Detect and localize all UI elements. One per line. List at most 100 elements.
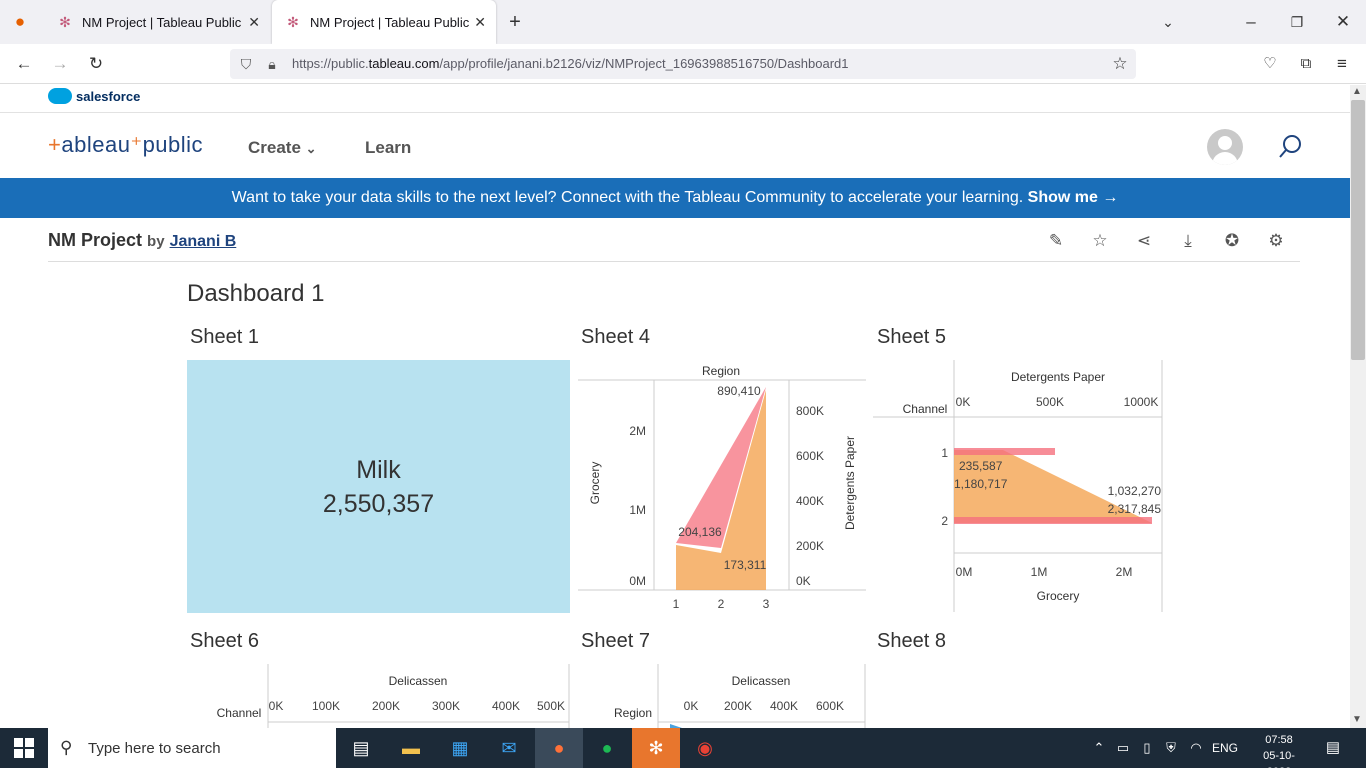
x-bottom-tick-label: 1M [1031,565,1048,579]
scroll-up-icon[interactable]: ▲ [1352,86,1362,97]
restore-icon[interactable]: ❐ [1285,10,1309,34]
sheet-4-chart[interactable]: Region Grocery Detergents Paper 0M 1M 2M 0… [578,360,868,616]
search-icon: ⚲ [60,738,73,757]
tableau-public-logo[interactable]: +ableau⁺public [48,132,203,158]
tab-title: NM Project | Tableau Public [82,14,242,30]
channel-2-bar [954,517,1152,524]
close-tab-icon[interactable]: ✕ [474,14,486,31]
language-indicator[interactable]: ENG [1212,741,1238,755]
data-label: 173,311 [724,558,767,572]
dashboard-title: Dashboard 1 [187,280,325,307]
milk-kpi-tile[interactable]: Milk 2,550,357 [187,360,570,613]
task-view-icon[interactable]: ▤ [348,736,374,760]
reload-icon[interactable]: ↻ [84,52,108,76]
y-left-tick-label: 0M [629,574,646,588]
taskbar-search-placeholder: Type here to search [88,739,221,757]
firefox-menu-icon[interactable]: ● [8,10,32,34]
chrome-icon[interactable]: ◉ [692,736,718,760]
y-right-tick-label: 400K [796,494,824,508]
avatar[interactable] [1207,129,1243,165]
spotify-icon[interactable]: ● [594,736,620,760]
sheet-6-title: Sheet 6 [190,630,259,652]
x-tick-label: 400K [492,699,520,713]
tableau-favicon-icon: ✻ [287,14,299,30]
firefox-icon: ● [553,738,565,758]
device-icon[interactable]: ▯ [1134,736,1160,760]
taskbar-clock[interactable]: 07:58 05-10-2023 [1256,732,1302,768]
bookmark-star-icon[interactable]: ☆ [1108,52,1132,76]
scrollbar-thumb[interactable] [1351,100,1365,360]
tracking-shield-icon[interactable]: ⛉ [234,52,258,76]
show-hidden-icons-icon[interactable]: ⌃ [1086,736,1112,760]
share-icon[interactable]: ⋖ [1133,230,1155,252]
security-icon[interactable]: ⛨ [1158,736,1184,760]
clock-date: 05-10-2023 [1263,750,1295,768]
scroll-down-icon[interactable]: ▼ [1352,714,1362,725]
by-label: by [147,233,165,250]
banner-text: Want to take your data skills to the nex… [231,189,1024,206]
x-tick-label: 400K [770,699,798,713]
browser-tab-1[interactable]: ✻ NM Project | Tableau Public ✕ [44,0,270,44]
sheet-5-chart[interactable]: Detergents Paper Channel Grocery 0K 500K 1… [873,360,1165,616]
file-explorer-icon[interactable]: ▬ [398,736,424,760]
x-top-tick-label: 1000K [1124,395,1159,409]
lock-icon[interactable]: 🔒︎ [260,52,284,76]
notifications-icon[interactable]: ▤ [1320,736,1346,760]
app-menu-icon[interactable]: ≡ [1330,52,1354,76]
url-prefix: https://public. [292,56,369,71]
data-label: 890,410 [717,384,761,398]
region-axis-label: Region [702,364,740,378]
show-me-link[interactable]: Show me → [1028,189,1119,206]
new-tab-icon[interactable]: + [503,10,527,34]
battery-icon[interactable]: ▭ [1110,736,1136,760]
salesforce-link[interactable]: salesforce [48,88,140,104]
browser-tab-2[interactable]: ✻ NM Project | Tableau Public ✕ [272,0,496,44]
close-window-icon[interactable]: ✕ [1331,10,1355,34]
forward-icon[interactable]: → [48,52,72,76]
clock-time: 07:58 [1265,734,1293,746]
sheet-7-title: Sheet 7 [581,630,650,652]
delicassen-axis-label: Delicassen [389,674,448,688]
download-icon[interactable]: ⤓ [1177,230,1199,252]
data-label: 1,032,270 [1108,484,1162,498]
create-menu[interactable]: Create ⌄ [248,138,317,158]
sheet-7-chart[interactable]: Delicassen Region 0K 200K 400K 600K [578,664,868,728]
edit-icon[interactable]: ✎ [1045,230,1067,252]
pocket-icon[interactable]: ♡ [1258,52,1282,76]
wifi-icon[interactable]: ◠ [1183,736,1209,760]
learn-link[interactable]: Learn [365,138,411,158]
windows-start-icon[interactable] [14,738,34,758]
settings-gear-icon[interactable]: ⚙ [1265,230,1287,252]
sheet-4-title: Sheet 4 [581,326,650,348]
delicassen-axis-label: Delicassen [732,674,791,688]
sheet-6-chart[interactable]: Delicassen Channel 0K 100K 200K 300K 400K 500… [187,664,572,728]
x-tick-label: 300K [432,699,460,713]
close-tab-icon[interactable]: ✕ [248,14,260,31]
mail-icon[interactable]: ✉ [496,736,522,760]
tab-title: NM Project | Tableau Public [310,14,470,30]
x-tick-label: 0K [684,699,699,713]
x-top-tick-label: 500K [1036,395,1064,409]
data-label: 204,136 [678,525,722,539]
store-icon[interactable]: ▦ [447,736,473,760]
viz-title: NM Project [48,230,143,250]
detergents-axis-label: Detergents Paper [843,436,857,530]
badge-icon[interactable]: ✪ [1221,230,1243,252]
y-left-tick-label: 2M [629,424,646,438]
list-tabs-icon[interactable]: ⌄ [1156,10,1180,34]
y-right-tick-label: 0K [796,574,811,588]
taskbar-search-box[interactable]: Type here to search [48,728,336,768]
y-right-tick-label: 200K [796,539,824,553]
y-left-tick-label: 1M [629,503,646,517]
x-tick-label: 600K [816,699,844,713]
favorite-star-icon[interactable]: ☆ [1089,230,1111,252]
minimize-icon[interactable]: – [1239,10,1263,34]
region-axis-label: Region [614,706,652,720]
extensions-icon[interactable]: ⧉ [1294,52,1318,76]
search-icon[interactable] [1278,134,1304,160]
channel-axis-label: Channel [217,706,262,720]
author-link[interactable]: Janani B [170,233,237,250]
address-bar[interactable]: https://public.tableau.com/app/profile/j… [230,49,1136,79]
y-tick-label: 1 [941,446,948,460]
back-icon[interactable]: ← [12,52,36,76]
